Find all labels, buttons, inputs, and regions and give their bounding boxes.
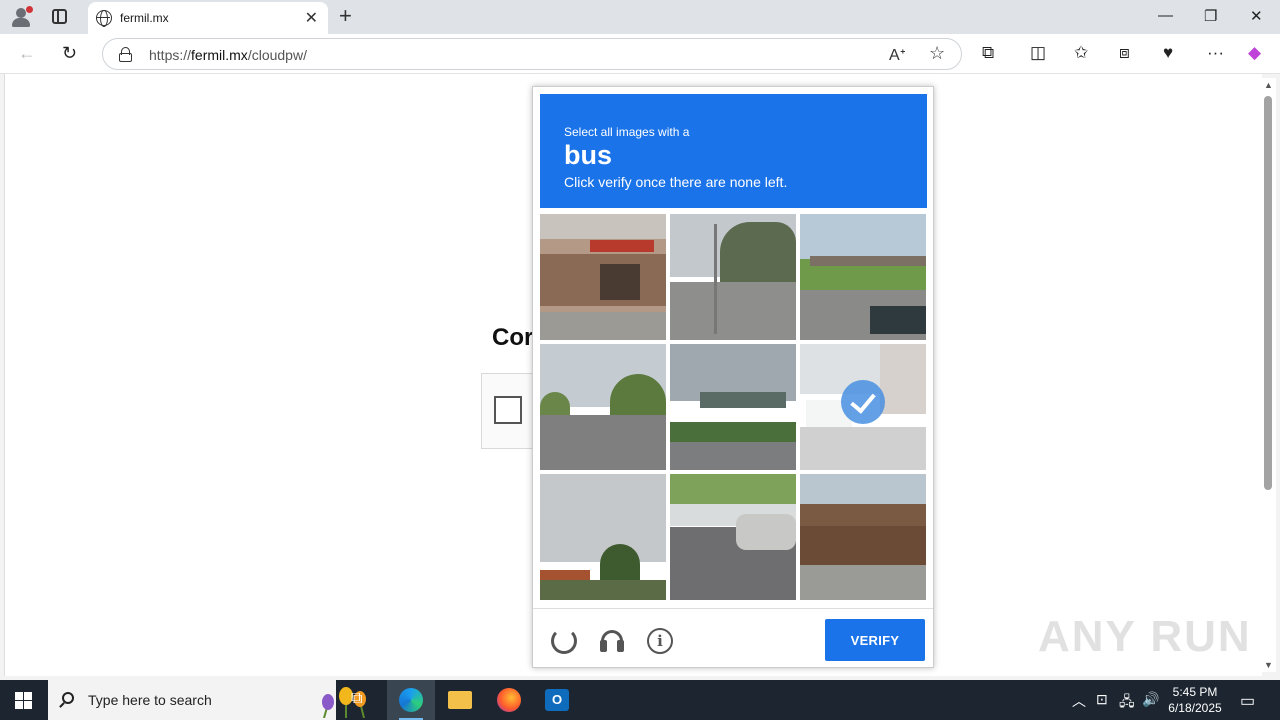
refresh-icon[interactable]: ↻ — [62, 43, 77, 64]
collections-icon[interactable]: ⧈ — [1119, 43, 1130, 63]
image-tile-9[interactable] — [800, 474, 926, 600]
info-icon[interactable]: i — [647, 628, 673, 654]
selected-check-icon — [841, 380, 885, 424]
browser-tab[interactable]: fermil.mx ✕ — [88, 2, 328, 34]
extensions-icon[interactable]: ⧉ — [982, 43, 994, 63]
prompt-line-2: Click verify once there are none left. — [564, 174, 788, 190]
notifications-icon[interactable]: ▭ — [1240, 691, 1255, 711]
image-tile-7[interactable] — [540, 474, 666, 600]
device-icon[interactable]: ⊡ — [1096, 691, 1108, 708]
taskbar: Type here to search ⧉ O ︿ ⊡ 🖧 🔊 5:45 PM … — [0, 680, 1280, 720]
captcha-prompt: Select all images with a bus Click verif… — [540, 94, 927, 208]
copilot-icon[interactable]: ◆ — [1248, 43, 1261, 63]
edge-taskbar-icon[interactable] — [387, 680, 435, 720]
captcha-challenge: Select all images with a bus Click verif… — [532, 86, 934, 668]
firefox-icon[interactable] — [485, 680, 533, 720]
back-icon[interactable]: ← — [18, 43, 36, 64]
search-placeholder: Type here to search — [88, 692, 212, 708]
search-icon — [62, 692, 74, 704]
clock-date: 6/18/2025 — [1168, 701, 1222, 715]
system-clock[interactable]: 5:45 PM 6/18/2025 — [1160, 684, 1230, 716]
outlook-icon[interactable]: O — [533, 680, 581, 720]
clock-time: 5:45 PM — [1172, 685, 1218, 699]
browser-essentials-icon[interactable]: ♥ — [1163, 43, 1173, 63]
image-tile-8[interactable] — [670, 474, 796, 600]
lock-icon[interactable] — [119, 47, 132, 62]
url-text[interactable]: https://fermil.mx/cloudpw/ — [149, 47, 307, 63]
more-menu-icon[interactable]: ··· — [1207, 43, 1224, 63]
verification-checkbox[interactable] — [494, 396, 522, 424]
restore-icon[interactable]: ❐ — [1204, 7, 1217, 25]
audio-challenge-icon[interactable] — [599, 628, 625, 654]
profile-icon[interactable] — [10, 6, 33, 28]
favorites-icon[interactable]: ✩ — [1074, 43, 1088, 63]
prompt-target: bus — [564, 140, 613, 170]
favorite-star-icon[interactable]: ☆ — [929, 43, 945, 64]
minimize-icon[interactable]: — — [1158, 7, 1173, 24]
close-tab-icon[interactable]: ✕ — [305, 8, 318, 28]
task-view-icon[interactable]: ⧉ — [336, 680, 384, 720]
image-tile-2[interactable] — [670, 214, 796, 340]
windows-start-icon[interactable] — [15, 692, 32, 709]
image-tile-5[interactable] — [670, 344, 796, 470]
close-window-icon[interactable]: ✕ — [1250, 7, 1263, 25]
taskbar-search[interactable]: Type here to search — [48, 680, 366, 720]
read-aloud-icon[interactable]: Aᐩ — [889, 45, 906, 65]
new-tab-button[interactable]: + — [339, 3, 352, 29]
tab-title: fermil.mx — [120, 11, 169, 25]
image-tile-3[interactable] — [800, 214, 926, 340]
watermark: ANY RUN — [1038, 612, 1252, 661]
image-tile-1[interactable] — [540, 214, 666, 340]
page-heading: Cor — [492, 324, 534, 351]
network-icon[interactable]: 🖧 — [1119, 691, 1135, 715]
split-screen-icon[interactable]: ◫ — [1030, 43, 1046, 63]
show-hidden-icons-icon[interactable]: ︿ — [1072, 691, 1086, 711]
file-explorer-icon[interactable] — [436, 680, 484, 720]
address-bar[interactable]: https://fermil.mx/cloudpw/ Aᐩ ☆ — [102, 38, 962, 70]
scrollbar-thumb[interactable] — [1264, 96, 1272, 490]
image-tile-4[interactable] — [540, 344, 666, 470]
prompt-line-1: Select all images with a — [564, 125, 690, 139]
captcha-footer: i VERIFY — [533, 608, 933, 668]
globe-icon — [96, 10, 112, 27]
reload-icon[interactable] — [551, 628, 577, 654]
scroll-down-icon[interactable]: ▼ — [1264, 660, 1273, 670]
image-tile-6[interactable] — [800, 344, 926, 470]
browser-tab-bar: fermil.mx ✕ + — ❐ ✕ — [0, 0, 1280, 34]
image-grid — [540, 214, 927, 601]
tab-actions-icon[interactable] — [52, 9, 67, 24]
verify-button[interactable]: VERIFY — [825, 619, 925, 661]
scroll-up-icon[interactable]: ▲ — [1264, 80, 1273, 90]
vertical-scrollbar[interactable]: ▲ ▼ — [1262, 78, 1276, 672]
volume-icon[interactable]: 🔊 — [1142, 691, 1159, 708]
